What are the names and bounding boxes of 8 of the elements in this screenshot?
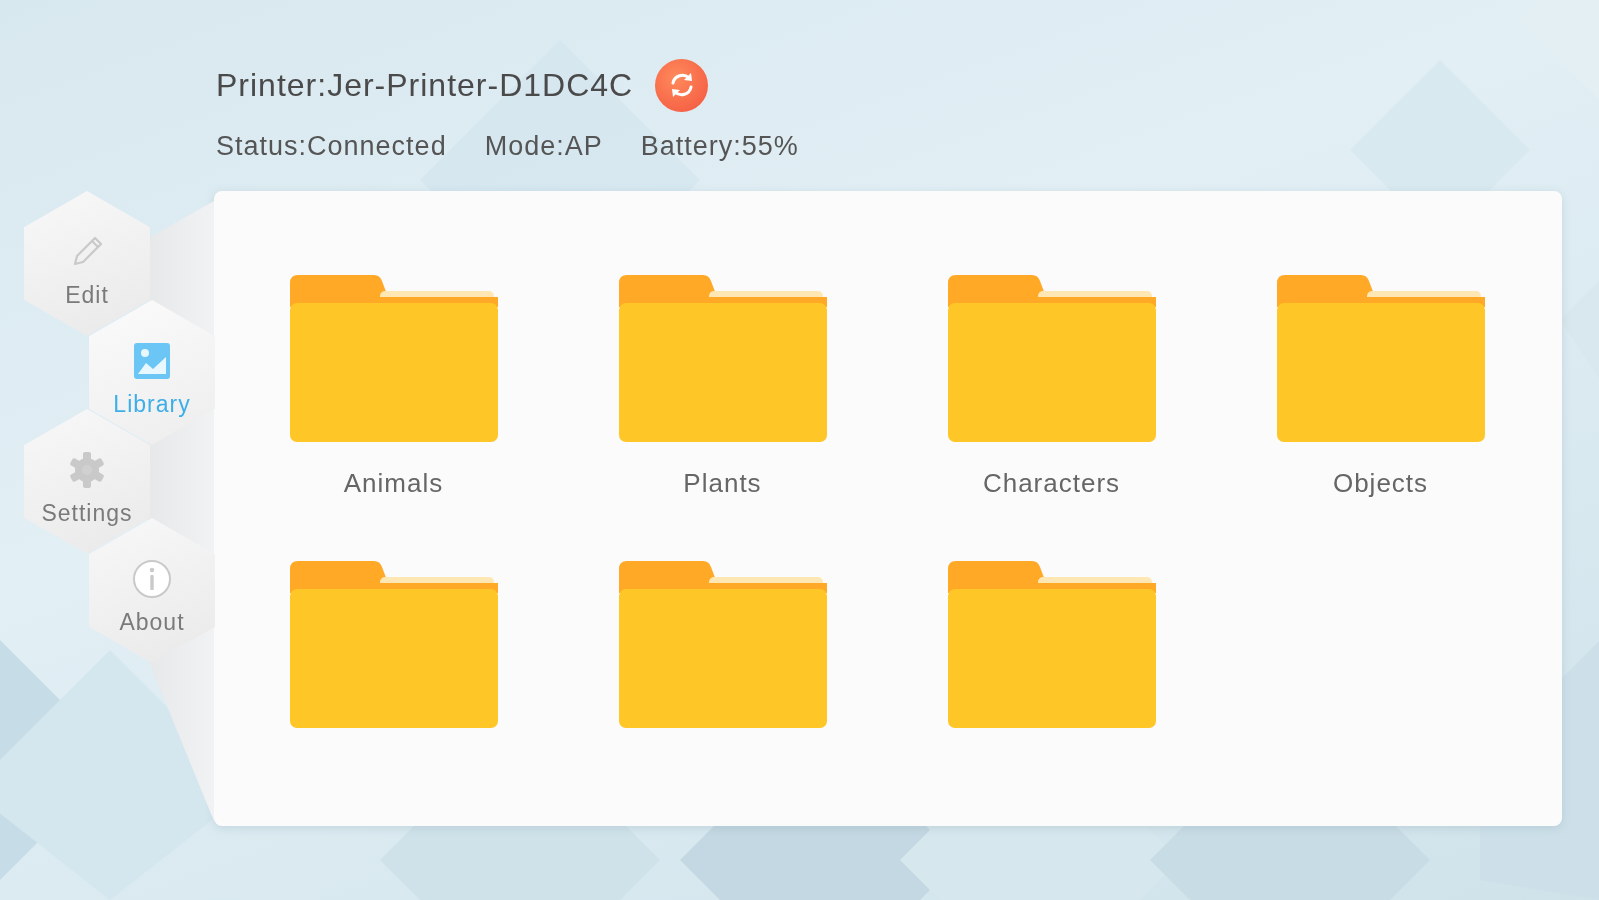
folder-label: Characters [982, 468, 1121, 498]
printer-name: Printer:Jer-Printer-D1DC4C [216, 66, 634, 104]
folder-label: Objects [1332, 468, 1429, 498]
connection-status: Status:Connected [216, 130, 447, 162]
folder-label: Animals [343, 468, 444, 498]
battery-status: Battery:55% [640, 130, 799, 162]
folder-label: Plants [683, 468, 762, 498]
mode-status: Mode:AP [484, 130, 603, 162]
